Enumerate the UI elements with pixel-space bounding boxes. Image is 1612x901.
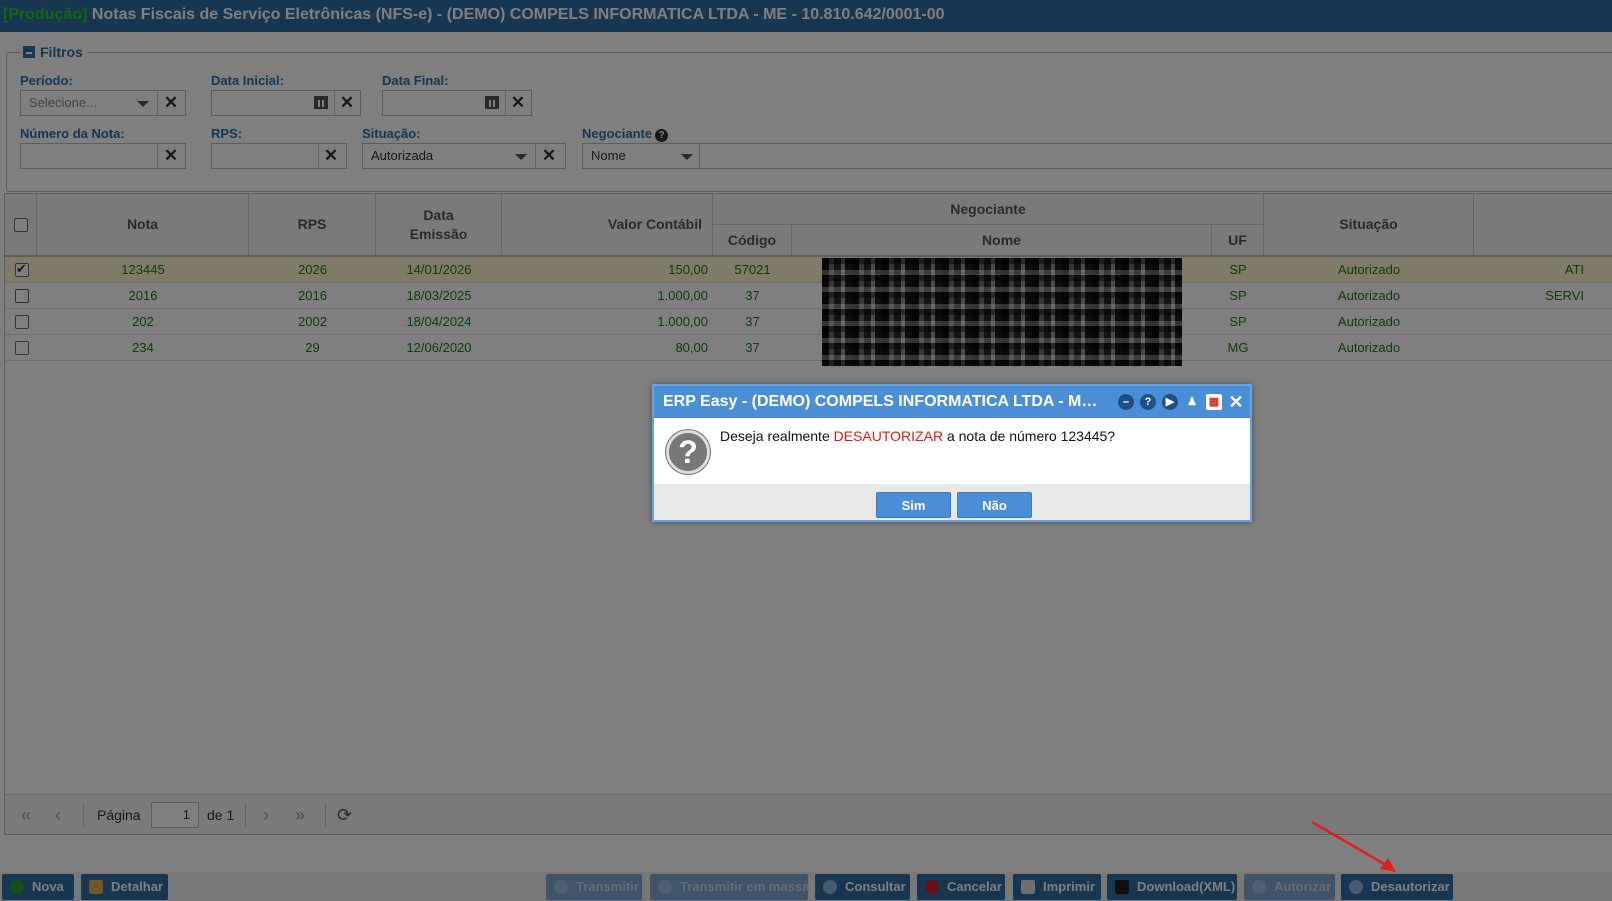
confirm-dialog: ERP Easy - (DEMO) COMPELS INFORMATICA LT… xyxy=(652,384,1252,522)
minimize-icon[interactable]: – xyxy=(1118,394,1134,410)
message-highlight: DESAUTORIZAR xyxy=(833,428,944,444)
bell-icon[interactable]: ♟ xyxy=(1184,394,1200,410)
dialog-header[interactable]: ERP Easy - (DEMO) COMPELS INFORMATICA LT… xyxy=(654,386,1250,418)
dialog-message: Deseja realmente DESAUTORIZAR a nota de … xyxy=(720,428,1115,444)
help-icon[interactable]: ? xyxy=(1140,394,1156,410)
dialog-title: ERP Easy - (DEMO) COMPELS INFORMATICA LT… xyxy=(663,393,1105,410)
dialog-footer: Sim Não xyxy=(654,484,1250,520)
question-icon: ? xyxy=(666,430,710,474)
message-prefix: Deseja realmente xyxy=(720,428,834,444)
close-icon[interactable]: ✕ xyxy=(1228,393,1244,411)
message-suffix: a nota de número 123445? xyxy=(943,428,1116,444)
dialog-tools: – ? ▶ ♟ ▦ ✕ xyxy=(1118,393,1244,411)
calendar-icon[interactable]: ▦ xyxy=(1206,394,1222,410)
nao-button[interactable]: Não xyxy=(957,492,1032,518)
dialog-body: ? Deseja realmente DESAUTORIZAR a nota d… xyxy=(654,418,1250,484)
play-icon[interactable]: ▶ xyxy=(1162,394,1178,410)
sim-button[interactable]: Sim xyxy=(876,492,951,518)
annotation-arrow-icon xyxy=(1311,820,1396,872)
